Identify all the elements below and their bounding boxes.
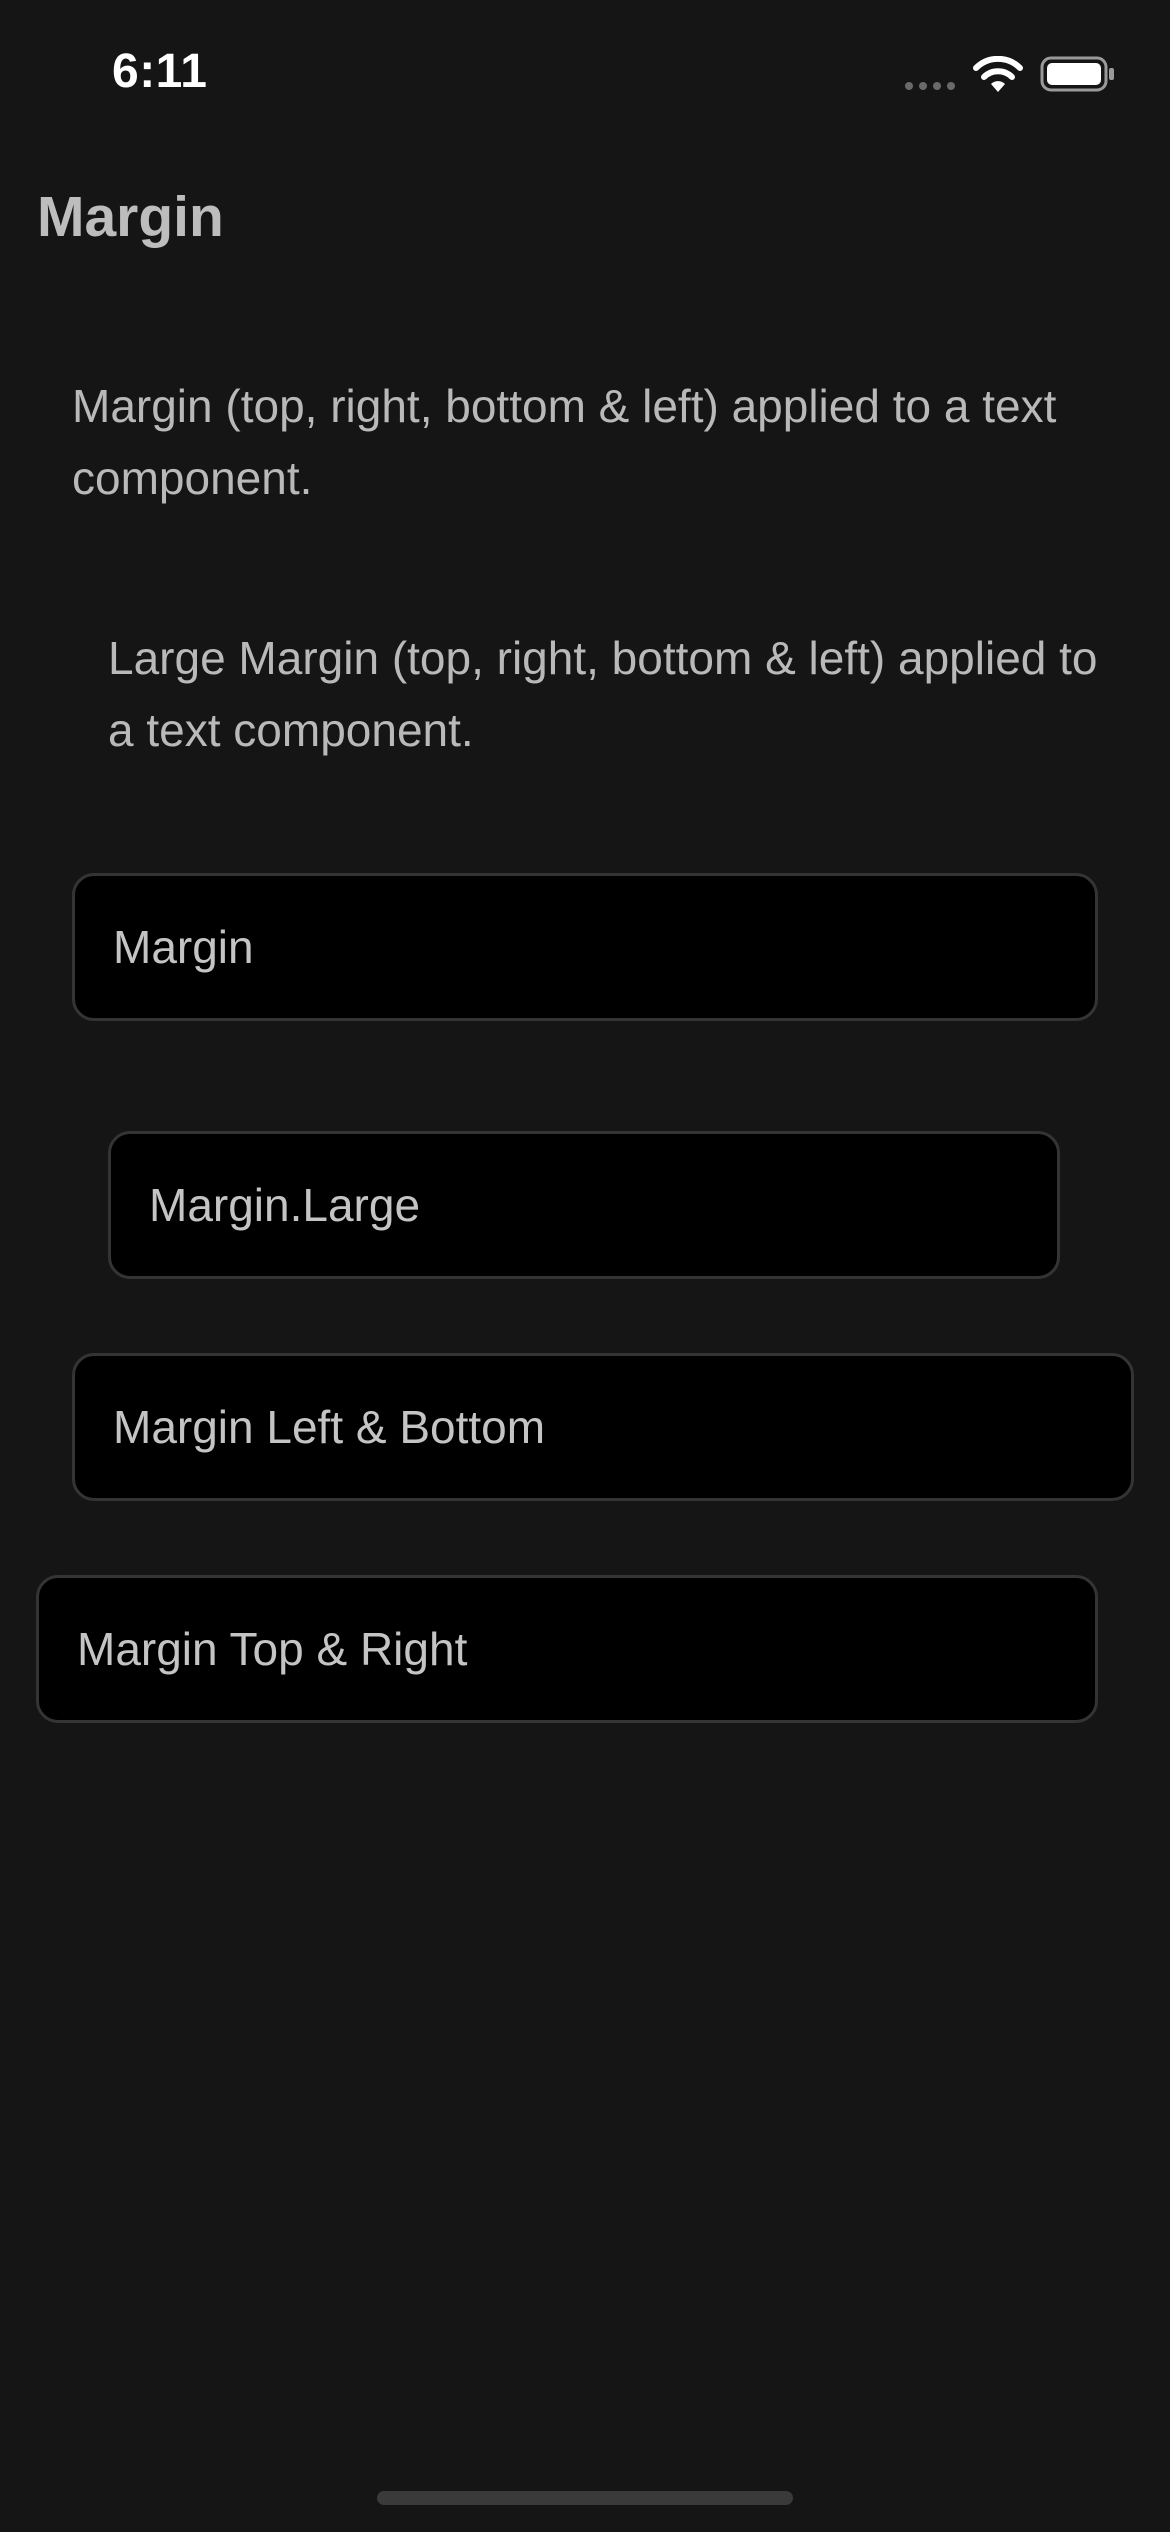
battery-icon — [1040, 56, 1114, 92]
margin-box-label: Margin — [113, 921, 254, 973]
margin-box: Margin — [72, 873, 1098, 1021]
margin-top-right-box: Margin Top & Right — [36, 1575, 1098, 1723]
margin-left-bottom-box-label: Margin Left & Bottom — [113, 1401, 546, 1453]
margin-large-box: Margin.Large — [108, 1131, 1060, 1279]
status-bar: 6:11 — [0, 0, 1170, 150]
home-indicator[interactable] — [377, 2491, 793, 2505]
margin-paragraph: Margin (top, right, bottom & left) appli… — [72, 380, 1057, 504]
signal-dots-icon — [905, 82, 955, 90]
page-title: Margin — [37, 185, 224, 249]
margin-top-right-box-label: Margin Top & Right — [77, 1623, 468, 1675]
wifi-icon — [973, 56, 1023, 92]
large-margin-paragraph: Large Margin (top, right, bottom & left)… — [108, 632, 1098, 756]
status-time: 6:11 — [112, 45, 208, 98]
margin-left-bottom-box: Margin Left & Bottom — [72, 1353, 1134, 1501]
margin-large-box-label: Margin.Large — [149, 1179, 421, 1231]
